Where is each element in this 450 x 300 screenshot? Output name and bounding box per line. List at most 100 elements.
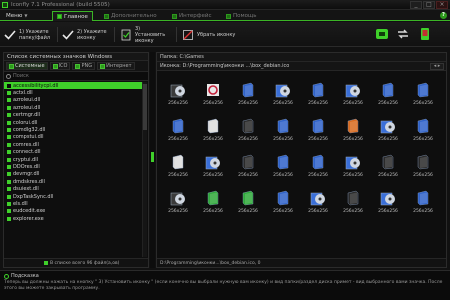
icon-grid-item[interactable]: 256x256 [406, 154, 440, 184]
icon-grid-item[interactable]: 256x256 [266, 118, 300, 148]
disc-icon [380, 192, 395, 206]
panel-splitter[interactable] [150, 52, 155, 268]
filter-system[interactable]: Системные [6, 62, 48, 70]
icon-grid-item[interactable]: 256x256 [231, 82, 265, 112]
tab-help[interactable]: Помощь [222, 11, 260, 21]
file-name: accessibilitycpl.dll [13, 82, 59, 89]
file-list-scrollbar[interactable] [142, 82, 147, 257]
search-input[interactable] [13, 73, 133, 79]
icon-grid-item[interactable]: 256x256 [231, 190, 265, 220]
refresh-icon[interactable] [396, 27, 410, 41]
icon-grid-item[interactable]: 256x256 [336, 82, 370, 112]
media-disc-icon [170, 84, 185, 98]
tab-main[interactable]: Главное [52, 11, 93, 21]
icon-grid-item[interactable]: 256x256 [371, 154, 405, 184]
file-list-item[interactable]: els.dll [4, 200, 143, 207]
file-list-item[interactable]: dmdskres.dll [4, 178, 143, 185]
dll-file-icon [7, 128, 11, 133]
select-icon-button[interactable]: 2) Укажите иконку [62, 26, 111, 43]
icon-grid-item[interactable]: 256x256 [336, 118, 370, 148]
icon-grid-item[interactable]: 256x256 [371, 190, 405, 220]
icon-grid-item[interactable]: 256x256 [336, 154, 370, 184]
help-icon[interactable]: ? [440, 12, 447, 19]
icon-size-label: 256x256 [168, 209, 188, 214]
scrollbar-thumb[interactable] [143, 84, 147, 130]
icon-grid-item[interactable]: 256x256 [196, 82, 230, 112]
blue-box-icon [277, 190, 289, 206]
menu-label: Меню [6, 12, 23, 19]
icon-grid-item[interactable]: 256x256 [406, 190, 440, 220]
file-list-item[interactable]: compstui.dll [4, 134, 143, 141]
icon-grid-item[interactable]: 256x256 [266, 154, 300, 184]
remove-icon-label: Убрать иконку [197, 31, 236, 38]
title-bar[interactable]: Iconfly 7.1 Professional (build 5505) _ … [0, 0, 450, 10]
remove-icon-button[interactable]: Убрать иконку [182, 26, 237, 43]
remove-icon-icon [183, 29, 193, 40]
menu-button[interactable]: Меню ▼ [3, 11, 30, 20]
icon-size-label: 256x256 [378, 173, 398, 178]
close-button[interactable]: × [436, 1, 448, 9]
file-name: eudcedit.exe [13, 208, 46, 215]
icon-grid-item[interactable]: 256x256 [196, 118, 230, 148]
file-list-item[interactable]: DxpTaskSync.dll [4, 193, 143, 200]
dark-box-icon [382, 154, 394, 170]
maximize-button[interactable]: □ [423, 1, 435, 9]
filter-ico[interactable]: ICO [49, 62, 71, 70]
phone-red-icon[interactable] [418, 27, 432, 41]
file-list-item[interactable]: cryptui.dll [4, 156, 143, 163]
tab-additional[interactable]: Дополнительно [100, 11, 161, 21]
select-folder-button[interactable]: 1) Укажите папку/файл [4, 26, 53, 43]
icon-grid-item[interactable]: 256x256 [301, 82, 335, 112]
file-list-item[interactable]: connect.dll [4, 149, 143, 156]
icon-grid-item[interactable]: 256x256 [371, 118, 405, 148]
file-name: azroleui.dll [13, 97, 41, 104]
file-list-item[interactable]: azroleui.dll [4, 104, 143, 111]
icon-grid-item[interactable]: 256x256 [406, 118, 440, 148]
apply-icon-button[interactable]: 3) Установить иконку [120, 25, 169, 44]
file-list-item[interactable]: azroleui.dll [4, 97, 143, 104]
file-list-item[interactable]: comres.dll [4, 141, 143, 148]
icon-grid-item[interactable]: 256x256 [301, 154, 335, 184]
file-list-item[interactable]: actxl.dll [4, 89, 143, 96]
nav-arrows-button[interactable]: ◂ ▸ [430, 63, 444, 70]
filter-internet[interactable]: Интернет [97, 62, 135, 70]
icon-grid-item[interactable]: 256x256 [301, 190, 335, 220]
file-list-item[interactable]: comdlg32.dll [4, 126, 143, 133]
apply-icon-label: 3) Установить иконку [135, 25, 166, 44]
blue-box-icon [312, 82, 324, 98]
icon-size-label: 256x256 [238, 209, 258, 214]
icon-grid-item[interactable]: 256x256 [196, 154, 230, 184]
icon-grid-item[interactable]: 256x256 [196, 190, 230, 220]
icon-grid-item[interactable]: 256x256 [336, 190, 370, 220]
green-app-icon[interactable] [375, 27, 389, 41]
icon-grid-item[interactable]: 256x256 [231, 154, 265, 184]
icon-grid-item[interactable]: 256x256 [161, 82, 195, 112]
window-title: Iconfly 7.1 Professional (build 5505) [11, 2, 110, 8]
icon-grid-item[interactable]: 256x256 [161, 154, 195, 184]
file-list-item[interactable]: certmgr.dll [4, 112, 143, 119]
file-list-item[interactable]: accessibilitycpl.dll [4, 82, 143, 90]
icon-grid-item[interactable]: 256x256 [301, 118, 335, 148]
file-list-item[interactable]: DDOres.dll [4, 163, 143, 170]
icon-grid-item[interactable]: 256x256 [231, 118, 265, 148]
icon-grid-item[interactable]: 256x256 [266, 82, 300, 112]
minimize-button[interactable]: _ [410, 1, 422, 9]
icon-grid-item[interactable]: 256x256 [161, 190, 195, 220]
icon-grid-item[interactable]: 256x256 [161, 118, 195, 148]
icon-grid-item[interactable]: 256x256 [371, 82, 405, 112]
icon-grid-item[interactable]: 256x256 [406, 82, 440, 112]
filter-bar: Системные ICO PNG Интернет [4, 61, 148, 72]
file-list-item[interactable]: dsuiext.dll [4, 185, 143, 192]
file-list-item[interactable]: explorer.exe [4, 215, 143, 222]
tab-main-icon [57, 14, 62, 19]
icon-size-label: 256x256 [273, 209, 293, 214]
icon-size-label: 256x256 [343, 101, 363, 106]
tab-interface[interactable]: Интерфейс [168, 11, 215, 21]
folder-path-row: Папка: C:\Games [157, 53, 446, 62]
file-list-item[interactable]: colorui.dll [4, 119, 143, 126]
file-list-item[interactable]: eudcedit.exe [4, 208, 143, 215]
apply-document-icon [121, 29, 131, 40]
icon-grid-item[interactable]: 256x256 [266, 190, 300, 220]
filter-png[interactable]: PNG [72, 62, 96, 70]
file-list-item[interactable]: devmgr.dll [4, 171, 143, 178]
